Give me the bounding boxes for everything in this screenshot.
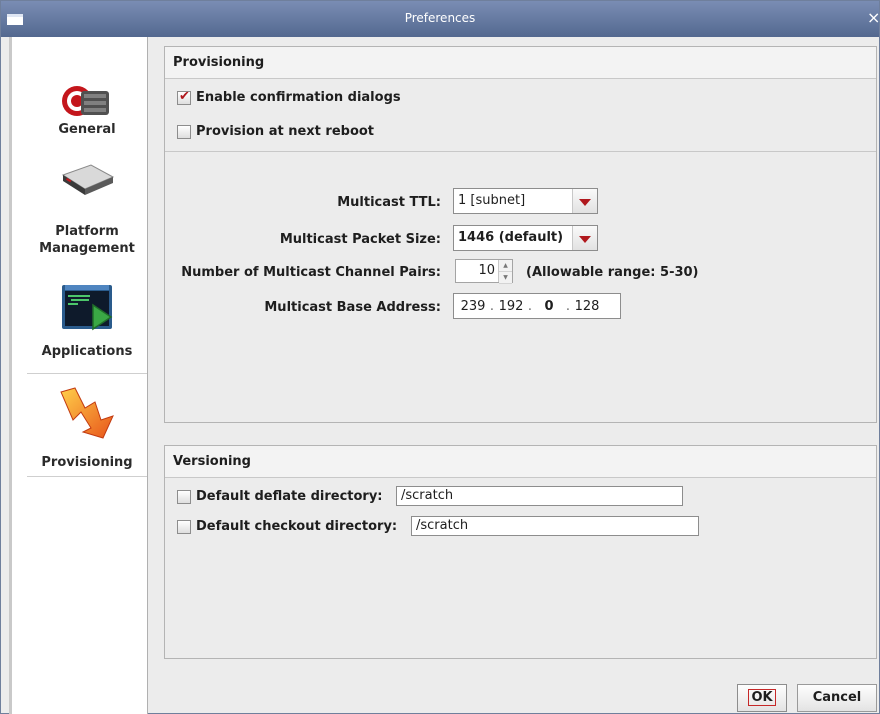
- sidebar-item-label: General: [58, 122, 116, 137]
- checkout-directory-input[interactable]: /scratch: [411, 516, 699, 536]
- ip-octet[interactable]: 192: [496, 299, 526, 314]
- channel-pairs-label: Number of Multicast Channel Pairs:: [181, 265, 441, 280]
- deflate-directory-checkbox[interactable]: [177, 489, 191, 504]
- platform-icon: [61, 164, 115, 195]
- versioning-panel: Versioning Default deflate directory: /s…: [164, 445, 877, 659]
- enable-confirmation-label: Enable confirmation dialogs: [196, 90, 401, 105]
- ip-dot: .: [565, 298, 571, 314]
- channel-pairs-spinner[interactable]: 10 ▲ ▼: [455, 259, 513, 284]
- provisioning-icon: [60, 387, 114, 439]
- provision-reboot-checkbox[interactable]: [177, 124, 191, 139]
- sidebar-item-platform-management[interactable]: Platform Management: [27, 157, 147, 267]
- provision-reboot-row[interactable]: Provision at next reboot: [177, 124, 374, 139]
- sidebar-item-label: Platform Management: [39, 224, 135, 256]
- checkout-directory-row[interactable]: Default checkout directory:: [177, 519, 397, 534]
- provisioning-panel: Provisioning Enable confirmation dialogs…: [164, 46, 877, 423]
- packet-size-value: 1446 (default): [454, 226, 573, 250]
- sidebar: General Platform Management Applications…: [12, 37, 148, 714]
- provision-reboot-label: Provision at next reboot: [196, 124, 375, 139]
- spinner-down-icon[interactable]: ▼: [499, 272, 512, 284]
- multicast-ttl-value: 1 [subnet]: [454, 189, 573, 213]
- preferences-window: Preferences × General Platform Managemen…: [0, 0, 880, 714]
- versioning-header: Versioning: [165, 446, 876, 478]
- packet-size-label: Multicast Packet Size:: [279, 232, 441, 247]
- deflate-directory-input[interactable]: /scratch: [396, 486, 683, 506]
- ip-octet[interactable]: 128: [572, 299, 602, 314]
- title-bar[interactable]: Preferences ×: [1, 1, 879, 37]
- dropdown-arrow-icon[interactable]: [573, 226, 597, 250]
- enable-confirmation-row[interactable]: Enable confirmation dialogs: [177, 89, 401, 105]
- ok-button-label: OK: [748, 689, 776, 706]
- enable-confirmation-checkbox[interactable]: [177, 89, 191, 105]
- sidebar-item-provisioning[interactable]: Provisioning: [27, 373, 147, 477]
- ip-octet[interactable]: 239: [458, 299, 488, 314]
- channel-pairs-hint: (Allowable range: 5-30): [526, 265, 699, 280]
- base-address-input[interactable]: 239 . 192 . 0 . 128: [453, 293, 621, 319]
- multicast-ttl-label: Multicast TTL:: [337, 195, 441, 210]
- sidebar-item-label: Applications: [41, 344, 133, 359]
- provisioning-header: Provisioning: [165, 47, 876, 79]
- multicast-ttl-select[interactable]: 1 [subnet]: [453, 188, 598, 214]
- ip-octet[interactable]: 0: [534, 299, 564, 314]
- dropdown-arrow-icon[interactable]: [573, 189, 597, 213]
- ok-button[interactable]: OK: [737, 684, 787, 712]
- deflate-directory-label: Default deflate directory:: [196, 489, 383, 504]
- divider: [165, 151, 876, 152]
- base-address-label: Multicast Base Address:: [264, 300, 441, 315]
- applications-icon: [62, 285, 113, 331]
- ip-dot: .: [527, 298, 533, 314]
- deflate-directory-row[interactable]: Default deflate directory:: [177, 489, 383, 504]
- sidebar-item-label: Provisioning: [41, 455, 133, 470]
- channel-pairs-value[interactable]: 10: [456, 260, 498, 282]
- sidebar-item-applications[interactable]: Applications: [27, 283, 147, 363]
- sidebar-item-general[interactable]: General: [27, 81, 147, 151]
- window-title: Preferences: [404, 11, 476, 25]
- packet-size-select[interactable]: 1446 (default): [453, 225, 598, 251]
- cancel-button[interactable]: Cancel: [797, 684, 877, 712]
- checkout-directory-checkbox[interactable]: [177, 519, 191, 534]
- spinner-buttons[interactable]: ▲ ▼: [498, 260, 512, 284]
- spinner-up-icon[interactable]: ▲: [499, 260, 512, 272]
- general-icon: [62, 86, 109, 116]
- ip-dot: .: [489, 298, 495, 314]
- close-icon[interactable]: ×: [867, 9, 879, 27]
- checkout-directory-label: Default checkout directory:: [196, 519, 398, 534]
